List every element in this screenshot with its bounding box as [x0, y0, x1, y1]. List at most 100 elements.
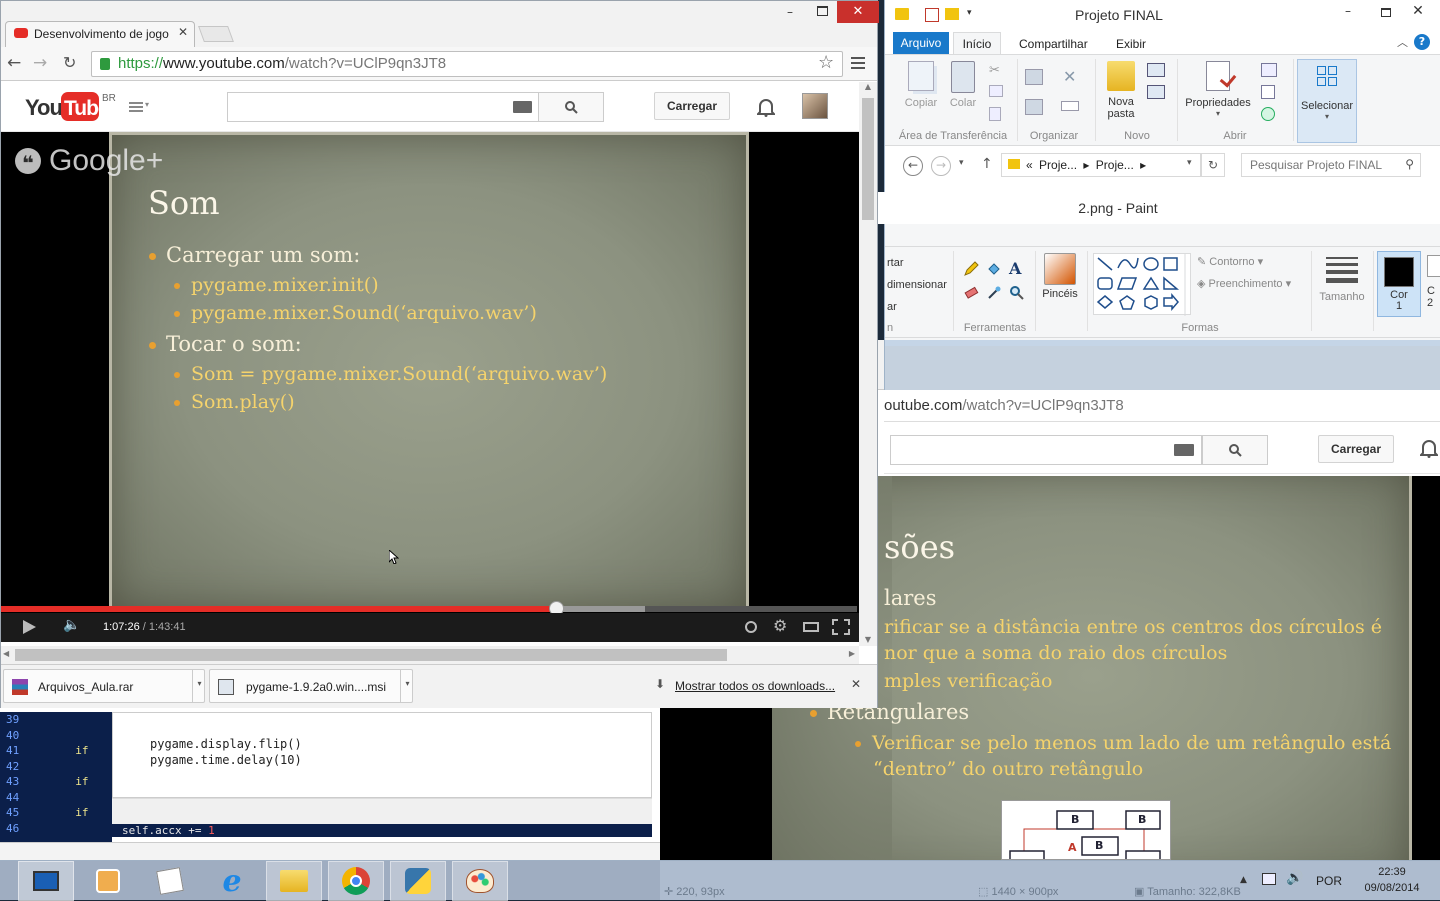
outline-button[interactable]: ✎ Contorno ▾: [1197, 255, 1263, 268]
new-tab-button[interactable]: [198, 26, 234, 42]
keyboard-icon[interactable]: [513, 101, 532, 113]
properties-button[interactable]: Propriedades ▾: [1181, 61, 1255, 125]
theater-mode-icon[interactable]: [803, 622, 819, 632]
bg-keyboard-icon[interactable]: [1174, 444, 1194, 456]
bg-url-bar[interactable]: outube.com/watch?v=UClP9qn3JT8: [884, 392, 1440, 422]
minimize-button[interactable]: –: [1325, 0, 1371, 24]
address-dropdown-icon[interactable]: ▾: [1187, 158, 1192, 168]
copy-path-icon[interactable]: [989, 85, 1003, 97]
open-icon[interactable]: [1261, 63, 1277, 77]
breadcrumb-2[interactable]: Proje...: [1096, 158, 1134, 172]
customize-quick-icon[interactable]: ▾: [967, 8, 972, 18]
explorer-tab-arquivo[interactable]: Arquivo: [893, 32, 949, 54]
paint-partial-3[interactable]: ar: [887, 301, 897, 313]
text-icon[interactable]: A: [1009, 259, 1021, 278]
youtube-search-input[interactable]: [227, 92, 539, 122]
taskbar-explorer-icon[interactable]: [266, 861, 322, 901]
tray-clock[interactable]: 22:39 09/08/2014: [1352, 864, 1432, 896]
copy-to-icon[interactable]: [1025, 99, 1043, 115]
explorer-tab-compartilhar[interactable]: Compartilhar: [1019, 37, 1088, 51]
chrome-omnibox[interactable]: https://www.youtube.com/watch?v=UClP9qn3…: [91, 51, 843, 77]
help-icon[interactable]: ?: [1414, 34, 1430, 50]
settings-gear-icon[interactable]: ⚙: [773, 616, 787, 635]
bg-search-button[interactable]: [1202, 435, 1268, 465]
taskbar-notepad-icon[interactable]: [142, 861, 198, 901]
bg-bell-icon[interactable]: [1420, 438, 1438, 458]
shapes-gallery[interactable]: [1093, 253, 1191, 316]
scroll-up-icon[interactable]: ▲: [859, 82, 877, 91]
explorer-address-bar[interactable]: « Proje... ▸ Proje... ▸: [1001, 153, 1201, 177]
guide-menu-icon[interactable]: [129, 102, 143, 112]
close-shelf-icon[interactable]: ✕: [851, 677, 861, 691]
taskbar-computer-icon[interactable]: [18, 861, 74, 901]
video-player[interactable]: ❝ Google+ Som Carregar um som: pygame.mi…: [1, 132, 859, 642]
chrome-tab-active[interactable]: Desenvolvimento de jogo ✕: [5, 21, 195, 47]
explorer-tab-exibir[interactable]: Exibir: [1116, 37, 1146, 51]
chrome-maximize-button[interactable]: [817, 6, 828, 16]
color1-button[interactable]: Cor 1: [1377, 251, 1421, 317]
chrome-menu-icon[interactable]: [851, 57, 865, 69]
new-folder-quick-icon[interactable]: [945, 8, 959, 20]
fullscreen-icon[interactable]: [832, 619, 850, 635]
horizontal-scrollbar[interactable]: ◀ ▶: [1, 646, 859, 664]
volume-icon[interactable]: 🔈: [63, 617, 80, 633]
fill-icon[interactable]: [986, 261, 1002, 277]
tray-volume-icon[interactable]: 🔊: [1286, 870, 1303, 886]
download-item-2-menu[interactable]: ▾: [400, 670, 414, 702]
pencil-icon[interactable]: [963, 261, 979, 277]
download-item-2[interactable]: pygame-1.9.2a0.win....msi ▾: [209, 669, 413, 703]
brushes-button[interactable]: Pincéis: [1041, 253, 1079, 313]
back-button[interactable]: ←: [903, 156, 923, 176]
history-icon[interactable]: [1261, 107, 1275, 121]
forward-arrow-icon[interactable]: →: [33, 53, 47, 73]
editor-scroll[interactable]: [112, 798, 652, 824]
download-item-1[interactable]: Arquivos_Aula.rar ▾: [3, 669, 205, 703]
taskbar-python-icon[interactable]: [390, 861, 446, 901]
page-scrollbar[interactable]: ▲ ▼: [859, 82, 877, 646]
cut-icon[interactable]: ✂: [989, 63, 1000, 78]
magnifier-icon[interactable]: [1009, 285, 1025, 301]
recent-locations-icon[interactable]: ▾: [959, 158, 964, 168]
copy-button[interactable]: Copiar: [899, 61, 943, 117]
bookmark-star-icon[interactable]: ☆: [818, 52, 834, 73]
new-folder-button[interactable]: Nova pasta: [1101, 61, 1141, 125]
chrome-minimize-button[interactable]: –: [787, 5, 793, 19]
tab-close-icon[interactable]: ✕: [178, 25, 188, 39]
color-picker-icon[interactable]: [986, 285, 1002, 301]
tray-expand-icon[interactable]: ▲: [1240, 875, 1247, 885]
eraser-icon[interactable]: [963, 285, 979, 301]
breadcrumb-1[interactable]: Proje...: [1039, 158, 1077, 172]
paint-partial-2[interactable]: dimensionar: [887, 279, 947, 291]
play-icon[interactable]: [23, 620, 36, 634]
size-button[interactable]: Tamanho: [1315, 253, 1369, 317]
reload-icon[interactable]: ↻: [63, 53, 76, 72]
up-button[interactable]: ↑: [981, 156, 993, 172]
guide-chevron-icon[interactable]: ▾: [145, 100, 149, 109]
properties-quick-icon[interactable]: [925, 8, 939, 22]
explorer-tab-inicio[interactable]: Início: [953, 32, 1001, 55]
scroll-down-icon[interactable]: ▼: [859, 635, 877, 644]
explorer-search-input[interactable]: Pesquisar Projeto FINAL ⚲: [1241, 153, 1421, 177]
watch-later-icon[interactable]: [745, 621, 757, 633]
taskbar-chrome-icon[interactable]: [328, 861, 384, 901]
new-item-icon[interactable]: [1147, 63, 1165, 77]
youtube-search-button[interactable]: [538, 92, 604, 122]
paste-shortcut-icon[interactable]: [989, 107, 1001, 121]
chrome-close-button[interactable]: ✕: [837, 1, 879, 23]
back-arrow-icon[interactable]: ←: [7, 53, 21, 73]
bg-upload-button[interactable]: Carregar: [1318, 435, 1394, 463]
notifications-bell-icon[interactable]: [757, 97, 775, 117]
color2-button[interactable]: C 2: [1427, 255, 1440, 315]
tray-network-icon[interactable]: [1262, 873, 1276, 885]
select-button[interactable]: Selecionar ▾: [1297, 59, 1357, 143]
paste-button[interactable]: Colar: [945, 61, 981, 117]
upload-button[interactable]: Carregar: [654, 92, 730, 120]
easy-access-icon[interactable]: [1147, 85, 1165, 99]
paint-partial-1[interactable]: rtar: [887, 257, 904, 269]
taskbar-media-player-icon[interactable]: [80, 861, 136, 901]
taskbar-paint-icon[interactable]: [452, 861, 508, 901]
fill-button[interactable]: ◈ Preenchimento ▾: [1197, 277, 1291, 290]
close-button[interactable]: ✕: [1395, 0, 1440, 24]
show-all-downloads-link[interactable]: Mostrar todos os downloads...: [675, 679, 835, 693]
ribbon-collapse-icon[interactable]: ︿: [1397, 34, 1408, 50]
